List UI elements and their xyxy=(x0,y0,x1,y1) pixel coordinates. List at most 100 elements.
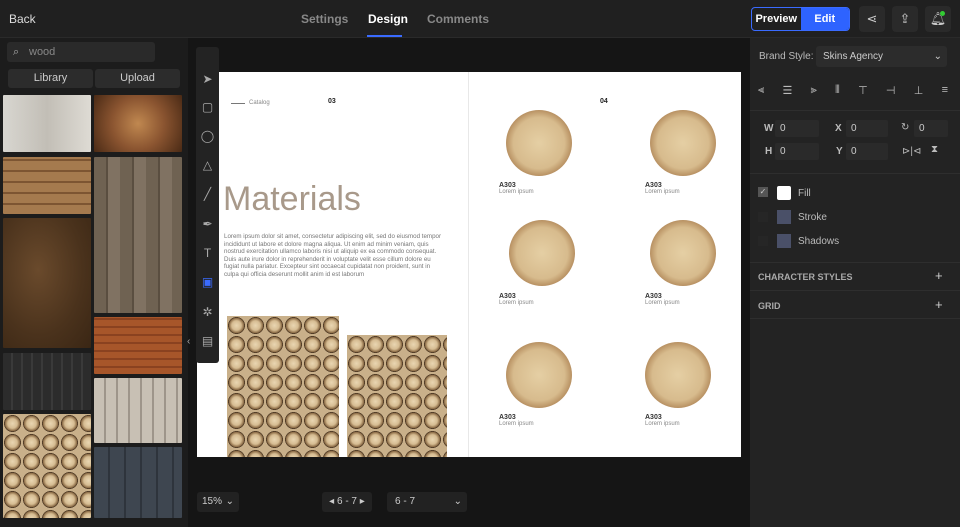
character-styles-header[interactable]: CHARACTER STYLES xyxy=(758,272,853,282)
width-field[interactable]: 0 xyxy=(775,120,819,137)
divider xyxy=(750,318,960,319)
brand-style-label: Brand Style: xyxy=(759,51,814,62)
active-tab-indicator xyxy=(367,35,402,37)
stroke-checkbox[interactable] xyxy=(758,212,768,222)
page-body-text[interactable]: Lorem ipsum dolor sit amet, consectetur … xyxy=(224,233,444,279)
shadows-swatch[interactable] xyxy=(777,234,791,248)
divider xyxy=(750,110,960,111)
ellipse-tool-icon[interactable]: ◯ xyxy=(196,129,219,143)
y-field[interactable]: 0 xyxy=(846,143,888,160)
brand-style-select[interactable]: Skins Agency ⌄ xyxy=(816,46,947,67)
edit-button[interactable]: Edit xyxy=(800,8,849,30)
divider xyxy=(750,262,960,263)
product-code: A303 xyxy=(499,182,516,189)
wood-thumbnail[interactable] xyxy=(94,157,182,313)
wood-thumbnail[interactable] xyxy=(3,157,91,214)
image-tool-icon[interactable]: ▣ xyxy=(196,275,219,289)
product-code: A303 xyxy=(645,293,662,300)
page-select[interactable]: 6 - 7 ⌄ xyxy=(387,492,467,512)
product-desc: Lorem ipsum xyxy=(645,189,680,195)
product-caption: A303 Lorem ipsum xyxy=(499,182,534,195)
stroke-label: Stroke xyxy=(798,212,827,223)
line-tool-icon[interactable]: ╱ xyxy=(196,187,219,201)
fill-checkbox[interactable]: ✓ xyxy=(758,187,768,197)
wood-thumbnail[interactable] xyxy=(3,95,91,152)
effects-tool-icon[interactable]: ✲ xyxy=(196,305,219,319)
wood-thumbnail[interactable] xyxy=(94,95,182,152)
export-icon[interactable]: ⇪ xyxy=(892,6,918,32)
y-label: Y xyxy=(836,146,843,157)
brand-style-value: Skins Agency xyxy=(823,51,884,62)
fill-label: Fill xyxy=(798,188,811,199)
select-tool-icon[interactable]: ➤ xyxy=(196,72,219,86)
align-top-icon[interactable]: ⊤ xyxy=(858,84,868,97)
grid-header[interactable]: GRID xyxy=(758,301,781,311)
upload-button[interactable]: Upload xyxy=(95,69,180,88)
product-caption: A303 Lorem ipsum xyxy=(645,414,680,427)
library-button[interactable]: Library xyxy=(8,69,93,88)
shadows-checkbox[interactable] xyxy=(758,236,768,246)
collapse-panel-icon[interactable]: ‹ xyxy=(187,336,190,347)
align-left-icon[interactable]: ⫷ xyxy=(758,84,764,97)
distribute-v-icon[interactable]: ≡ xyxy=(942,84,948,97)
align-middle-icon[interactable]: ⊣ xyxy=(886,84,896,97)
add-grid-icon[interactable]: + xyxy=(935,297,943,312)
text-tool-icon[interactable]: T xyxy=(196,246,219,260)
wood-slice-image[interactable] xyxy=(506,342,572,408)
product-desc: Lorem ipsum xyxy=(645,300,680,306)
distribute-h-icon[interactable]: ⦀ xyxy=(835,84,840,97)
page-title[interactable]: Materials xyxy=(223,180,361,219)
pen-tool-icon[interactable]: ✒ xyxy=(196,217,219,231)
triangle-tool-icon[interactable]: △ xyxy=(196,158,219,172)
rectangle-tool-icon[interactable]: ▢ xyxy=(196,100,219,114)
wood-thumbnail[interactable] xyxy=(3,218,91,348)
search-input[interactable]: ⌕ wood xyxy=(7,42,155,62)
wood-slice-image[interactable] xyxy=(506,110,572,176)
product-desc: Lorem ipsum xyxy=(499,189,534,195)
product-code: A303 xyxy=(499,414,516,421)
align-bottom-icon[interactable]: ⊥ xyxy=(914,84,924,97)
note-tool-icon[interactable]: ▤ xyxy=(196,334,219,348)
align-right-icon[interactable]: ⫸ xyxy=(811,84,817,97)
wood-slice-image[interactable] xyxy=(645,342,711,408)
share-icon[interactable]: ⋖ xyxy=(859,6,885,32)
add-character-style-icon[interactable]: + xyxy=(935,268,943,283)
wood-slice-image[interactable] xyxy=(509,220,575,286)
wood-thumbnail[interactable] xyxy=(94,317,182,374)
logs-image[interactable] xyxy=(227,316,339,457)
product-caption: A303 Lorem ipsum xyxy=(499,293,534,306)
back-button[interactable]: Back xyxy=(9,12,36,26)
product-caption: A303 Lorem ipsum xyxy=(645,182,680,195)
flip-horizontal-icon[interactable]: ⊳|⊲ xyxy=(902,146,921,157)
flip-vertical-icon[interactable]: ⧗ xyxy=(931,144,938,155)
product-caption: A303 Lorem ipsum xyxy=(645,293,680,306)
x-field[interactable]: 0 xyxy=(846,120,888,137)
wood-slice-image[interactable] xyxy=(650,220,716,286)
bell-icon[interactable]: 🔔︎ xyxy=(925,6,951,32)
page-divider xyxy=(468,72,469,457)
logs-image[interactable] xyxy=(347,335,447,457)
wood-thumbnail[interactable] xyxy=(94,447,182,518)
height-field[interactable]: 0 xyxy=(775,143,819,160)
wood-slice-image[interactable] xyxy=(650,110,716,176)
tab-comments[interactable]: Comments xyxy=(427,12,489,26)
tab-design[interactable]: Design xyxy=(368,12,408,26)
wood-thumbnail[interactable] xyxy=(94,378,182,443)
product-code: A303 xyxy=(645,414,662,421)
page-select-value: 6 - 7 xyxy=(395,496,416,507)
page-stepper[interactable]: ◂ 6 - 7 ▸ xyxy=(322,492,372,512)
wood-thumbnail[interactable] xyxy=(3,414,91,518)
rotate-icon: ↻ xyxy=(901,122,910,133)
product-code: A303 xyxy=(499,293,516,300)
product-desc: Lorem ipsum xyxy=(499,300,534,306)
zoom-select[interactable]: 15% ⌄ xyxy=(197,492,239,512)
stroke-swatch[interactable] xyxy=(777,210,791,224)
fill-swatch[interactable] xyxy=(777,186,791,200)
align-center-icon[interactable]: ☰ xyxy=(782,84,792,97)
search-value: wood xyxy=(29,46,56,58)
tab-settings[interactable]: Settings xyxy=(301,12,348,26)
preview-button[interactable]: Preview xyxy=(752,8,801,30)
wood-thumbnail[interactable] xyxy=(3,353,91,410)
rotation-field[interactable]: 0 xyxy=(914,120,948,137)
product-desc: Lorem ipsum xyxy=(499,421,534,427)
